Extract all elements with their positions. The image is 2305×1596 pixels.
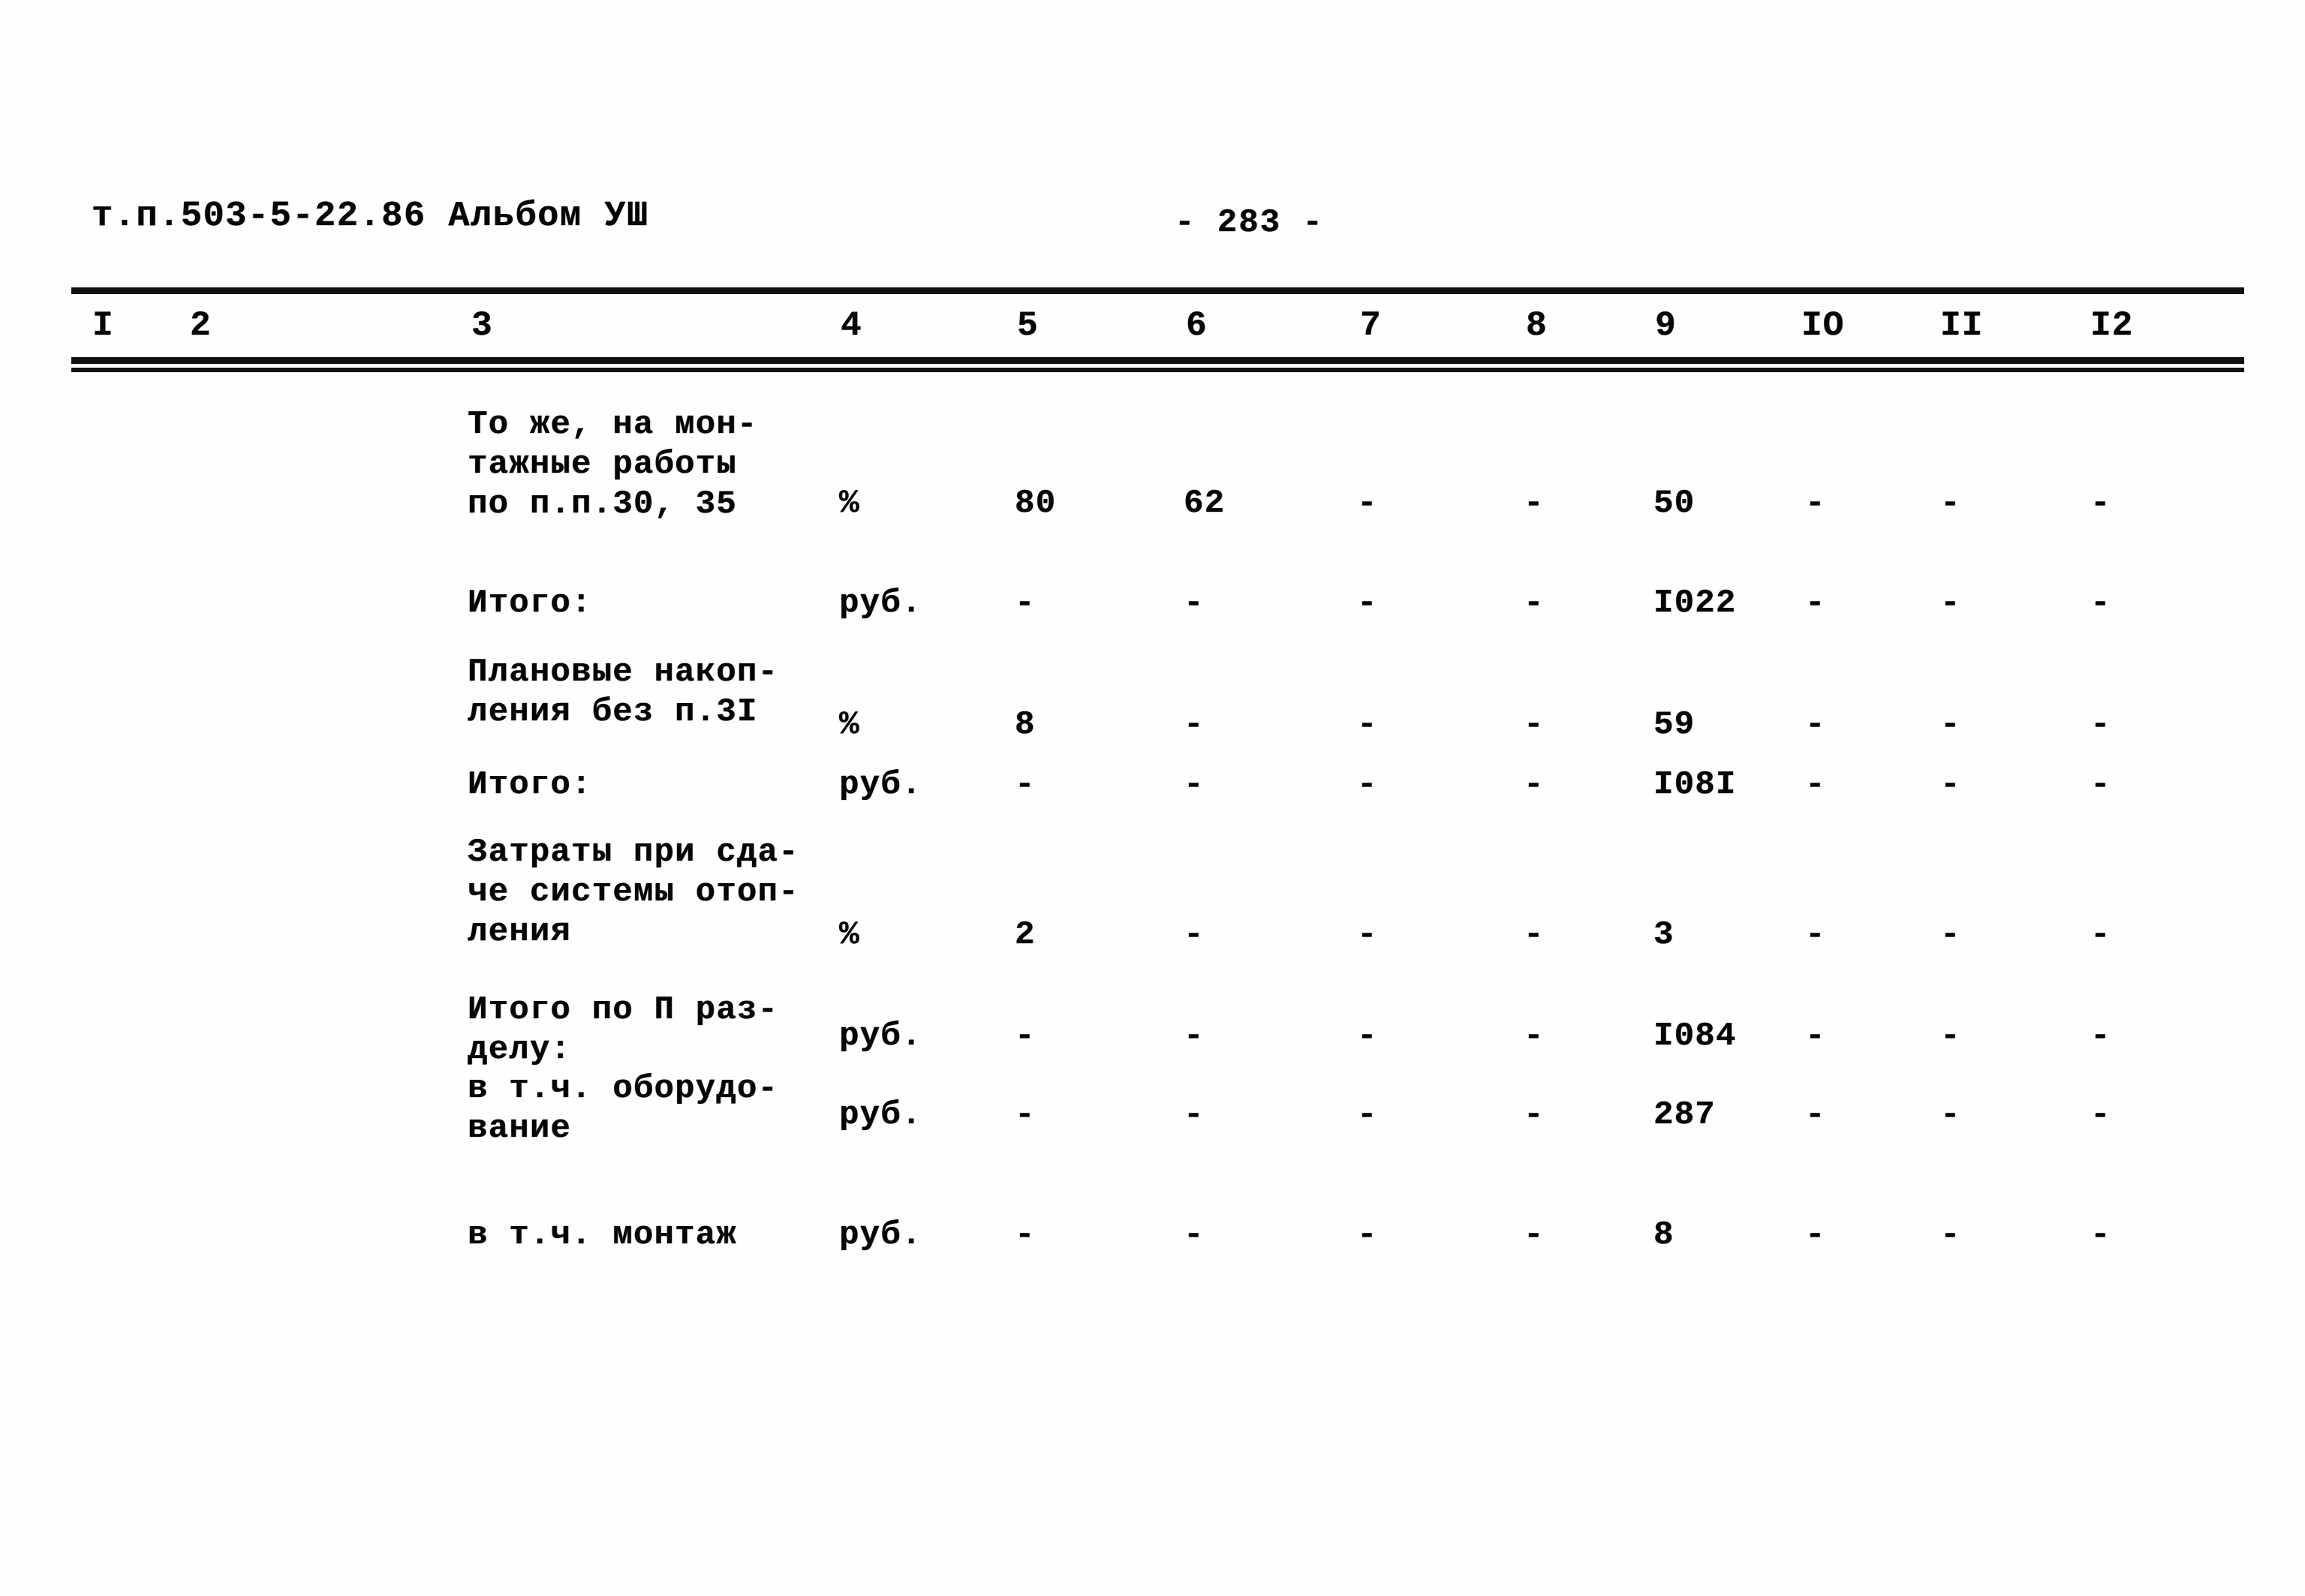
cell-c10: - bbox=[1805, 485, 1826, 522]
cell-c12: - bbox=[2090, 485, 2111, 522]
cell-c7: - bbox=[1357, 916, 1378, 954]
cell-c7: - bbox=[1357, 485, 1378, 522]
row-description: в т.ч. монтаж bbox=[468, 1216, 737, 1254]
cell-c5: - bbox=[1015, 1096, 1036, 1134]
row-description: Итого по П раз- делу: bbox=[468, 991, 779, 1069]
cell-c10: - bbox=[1805, 766, 1826, 804]
row-description: Итого: bbox=[468, 585, 592, 622]
cell-c8: - bbox=[1524, 585, 1545, 622]
cell-c5: - bbox=[1015, 1216, 1036, 1254]
column-header-10: IO bbox=[1801, 306, 1845, 345]
cell-c7: - bbox=[1357, 1096, 1378, 1134]
cell-c11: - bbox=[1940, 766, 1961, 804]
cell-c12: - bbox=[2090, 706, 2111, 744]
row-description: Итого: bbox=[468, 766, 592, 804]
cell-c8: - bbox=[1524, 485, 1545, 522]
cell-c8: - bbox=[1524, 766, 1545, 804]
cell-c11: - bbox=[1940, 706, 1961, 744]
cell-c6: - bbox=[1184, 1096, 1205, 1134]
cell-c5: 80 bbox=[1015, 485, 1057, 522]
cell-c6: - bbox=[1184, 916, 1205, 954]
cell-c6: 62 bbox=[1184, 485, 1226, 522]
row-description: в т.ч. оборудо- вание bbox=[468, 1070, 779, 1147]
cell-c8: - bbox=[1524, 1216, 1545, 1254]
column-header-6: 6 bbox=[1186, 306, 1208, 345]
column-header-5: 5 bbox=[1017, 306, 1039, 345]
cell-c6: - bbox=[1184, 766, 1205, 804]
cell-c10: - bbox=[1805, 916, 1826, 954]
cell-c12: - bbox=[2090, 916, 2111, 954]
cell-c4: руб. bbox=[839, 766, 922, 804]
cell-c4: руб. bbox=[839, 1216, 922, 1254]
cell-c4: руб. bbox=[839, 585, 922, 622]
cell-c4: руб. bbox=[839, 1017, 922, 1055]
table-rule-top bbox=[71, 287, 2244, 294]
cell-c4: % bbox=[839, 916, 860, 954]
cell-c7: - bbox=[1357, 1216, 1378, 1254]
cell-c5: - bbox=[1015, 585, 1036, 622]
cell-c6: - bbox=[1184, 585, 1205, 622]
cell-c9: 3 bbox=[1654, 916, 1675, 954]
cell-c10: - bbox=[1805, 706, 1826, 744]
cell-c9: I022 bbox=[1654, 585, 1737, 622]
cell-c12: - bbox=[2090, 1017, 2111, 1055]
table-rule-under-headers bbox=[71, 357, 2244, 364]
cell-c7: - bbox=[1357, 706, 1378, 744]
column-header-3: 3 bbox=[471, 306, 493, 345]
cell-c7: - bbox=[1357, 1017, 1378, 1055]
cell-c6: - bbox=[1184, 1017, 1205, 1055]
cell-c12: - bbox=[2090, 585, 2111, 622]
cell-c12: - bbox=[2090, 1096, 2111, 1134]
cell-c10: - bbox=[1805, 1096, 1826, 1134]
cell-c8: - bbox=[1524, 916, 1545, 954]
cell-c4: руб. bbox=[839, 1096, 922, 1134]
cell-c11: - bbox=[1940, 916, 1961, 954]
cell-c9: 59 bbox=[1654, 706, 1696, 744]
cell-c9: 50 bbox=[1654, 485, 1696, 522]
cell-c7: - bbox=[1357, 766, 1378, 804]
cell-c10: - bbox=[1805, 1017, 1826, 1055]
cell-c5: - bbox=[1015, 766, 1036, 804]
cell-c8: - bbox=[1524, 1096, 1545, 1134]
cell-c11: - bbox=[1940, 585, 1961, 622]
column-header-8: 8 bbox=[1526, 306, 1548, 345]
cell-c6: - bbox=[1184, 1216, 1205, 1254]
cell-c5: 2 bbox=[1015, 916, 1036, 954]
cell-c11: - bbox=[1940, 485, 1961, 522]
row-description: Затраты при сда- че системы отоп- ления bbox=[468, 834, 799, 951]
column-header-9: 9 bbox=[1655, 306, 1677, 345]
cell-c5: 8 bbox=[1015, 706, 1036, 744]
cell-c9: I084 bbox=[1654, 1017, 1737, 1055]
cell-c12: - bbox=[2090, 766, 2111, 804]
page-number: - 283 - bbox=[1175, 204, 1324, 242]
cell-c5: - bbox=[1015, 1017, 1036, 1055]
cell-c10: - bbox=[1805, 1216, 1826, 1254]
cell-c4: % bbox=[839, 485, 860, 522]
column-header-11: II bbox=[1940, 306, 1984, 345]
document-header-code: т.п.503-5-22.86 Альбом УШ bbox=[92, 197, 649, 236]
document-page: т.п.503-5-22.86 Альбом УШ - 283 - I23456… bbox=[0, 0, 2305, 1596]
cell-c9: 287 bbox=[1654, 1096, 1716, 1134]
cell-c9: I08I bbox=[1654, 766, 1737, 804]
cell-c11: - bbox=[1940, 1216, 1961, 1254]
cell-c10: - bbox=[1805, 585, 1826, 622]
column-header-7: 7 bbox=[1360, 306, 1382, 345]
cell-c8: - bbox=[1524, 706, 1545, 744]
row-description: То же, на мон- тажные работы по п.п.30, … bbox=[468, 406, 758, 523]
row-description: Плановые накоп- ления без п.3I bbox=[468, 654, 779, 731]
cell-c9: 8 bbox=[1654, 1216, 1675, 1254]
cell-c7: - bbox=[1357, 585, 1378, 622]
column-header-1: I bbox=[92, 306, 114, 345]
cell-c6: - bbox=[1184, 706, 1205, 744]
column-header-4: 4 bbox=[841, 306, 862, 345]
column-header-2: 2 bbox=[190, 306, 212, 345]
cell-c4: % bbox=[839, 706, 860, 744]
cell-c11: - bbox=[1940, 1096, 1961, 1134]
column-header-12: I2 bbox=[2090, 306, 2134, 345]
table-rule-under-headers-second bbox=[71, 368, 2244, 372]
cell-c8: - bbox=[1524, 1017, 1545, 1055]
cell-c12: - bbox=[2090, 1216, 2111, 1254]
cell-c11: - bbox=[1940, 1017, 1961, 1055]
